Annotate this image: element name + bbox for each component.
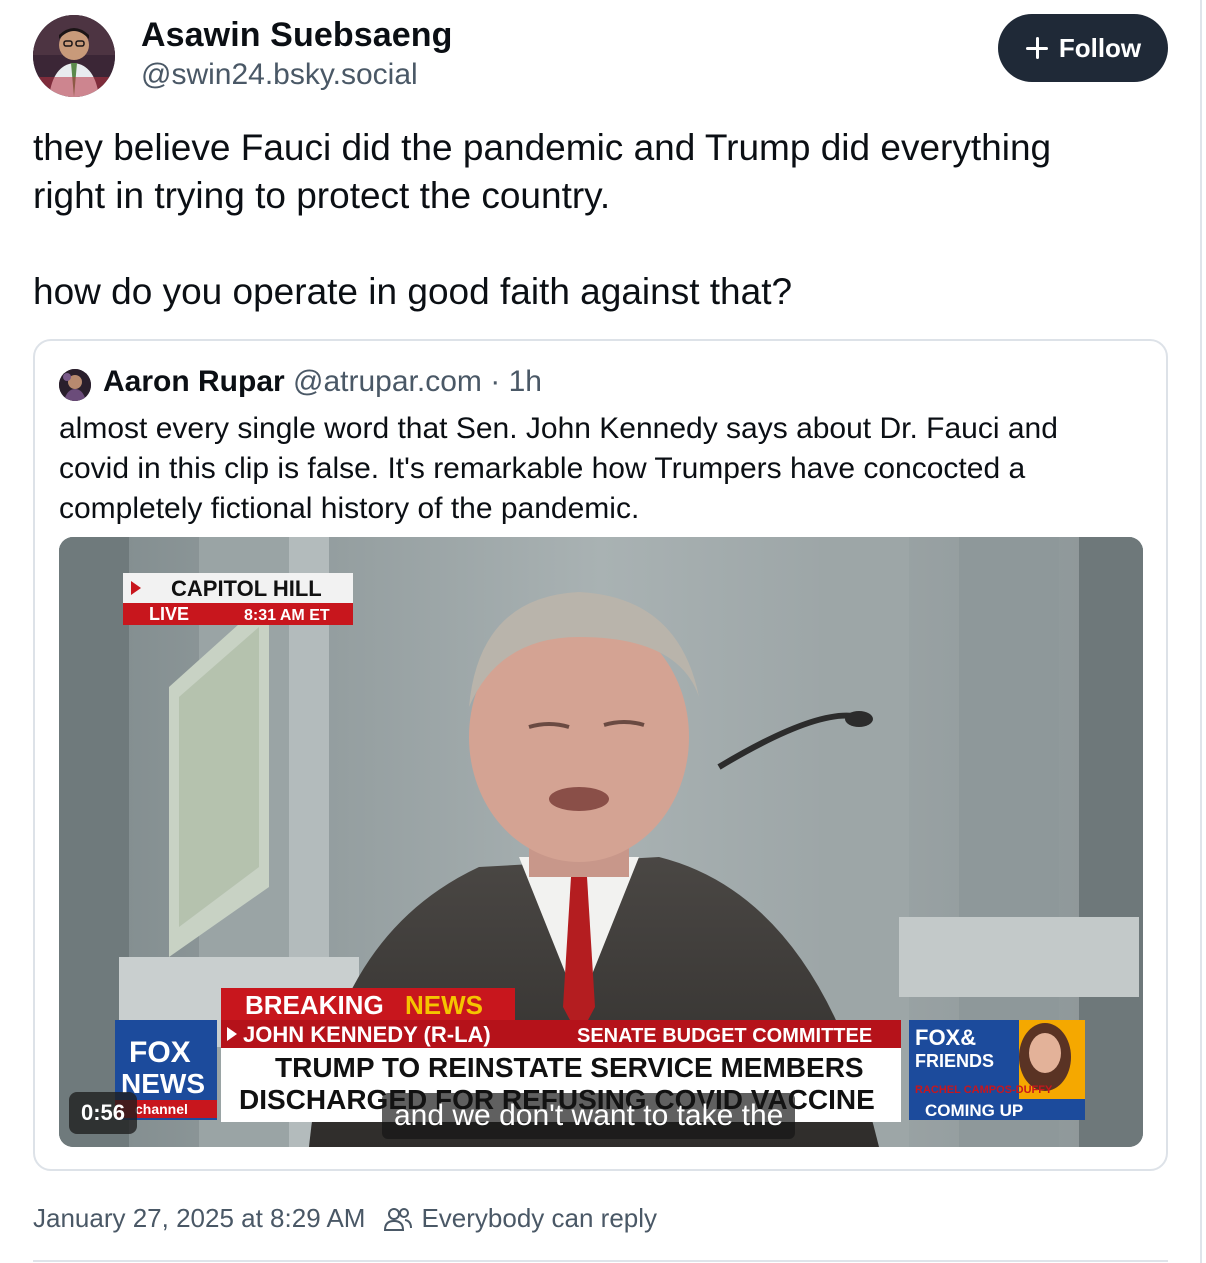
right-divider bbox=[1200, 0, 1202, 1263]
avatar-image bbox=[33, 15, 115, 97]
live-label: LIVE bbox=[149, 604, 189, 624]
video-player[interactable]: CAPITOL HILL LIVE 8:31 AM ET BREAKING NE… bbox=[59, 537, 1143, 1147]
fox-logo-3: channel bbox=[135, 1101, 188, 1117]
follow-label: Follow bbox=[1058, 32, 1142, 63]
fox-logo-1: FOX bbox=[129, 1036, 191, 1069]
quote-author-name[interactable]: Aaron Rupar bbox=[103, 365, 285, 398]
bottom-divider bbox=[33, 1260, 1168, 1262]
meta-separator: · bbox=[481, 365, 509, 398]
headline-1: TRUMP TO REINSTATE SERVICE MEMBERS bbox=[275, 1052, 864, 1083]
subject-label: JOHN KENNEDY (R-LA) bbox=[243, 1022, 491, 1047]
reply-setting: Everybody can reply bbox=[421, 1203, 658, 1233]
post-timestamp[interactable]: January 27, 2025 at 8:29 AM bbox=[33, 1203, 365, 1234]
committee-label: SENATE BUDGET COMMITTEE bbox=[577, 1025, 872, 1047]
quote-author-avatar[interactable] bbox=[59, 369, 91, 401]
quote-author-handle[interactable]: @atrupar.com bbox=[293, 365, 482, 398]
video-frame: CAPITOL HILL LIVE 8:31 AM ET BREAKING NE… bbox=[59, 537, 1143, 1147]
follow-button[interactable]: Follow bbox=[998, 14, 1168, 82]
quote-text: almost every single word that Sen. John … bbox=[59, 409, 1149, 529]
live-time: 8:31 AM ET bbox=[244, 607, 330, 624]
quoted-post[interactable]: Aaron Rupar @atrupar.com · 1h almost eve… bbox=[33, 339, 1168, 1171]
post-line bbox=[33, 220, 1153, 268]
video-duration: 0:56 bbox=[69, 1092, 138, 1134]
video-caption: and we don't want to take the bbox=[382, 1093, 796, 1139]
quote-line: covid in this clip is false. It's remark… bbox=[59, 452, 1026, 485]
quote-line: almost every single word that Sen. John … bbox=[59, 412, 1058, 445]
breaking-label: BREAKING bbox=[245, 990, 384, 1020]
coming-up-label: COMING UP bbox=[925, 1101, 1023, 1120]
post-footer: January 27, 2025 at 8:29 AM Everybody ca… bbox=[33, 1203, 657, 1234]
people-icon bbox=[384, 1207, 413, 1231]
post-line: how do you operate in good faith against… bbox=[33, 271, 793, 312]
location-label: CAPITOL HILL bbox=[171, 576, 322, 601]
quote-line: completely fictional history of the pand… bbox=[59, 492, 640, 525]
author-name[interactable]: Asawin Suebsaeng bbox=[141, 16, 452, 55]
post-line: they believe Fauci did the pandemic and … bbox=[33, 127, 1052, 168]
quote-header: Aaron Rupar @atrupar.com · 1h bbox=[103, 365, 542, 399]
plus-icon bbox=[1025, 36, 1049, 60]
news-label: NEWS bbox=[405, 990, 483, 1020]
quote-time[interactable]: 1h bbox=[509, 365, 542, 398]
show-label-2: FRIENDS bbox=[915, 1051, 994, 1071]
author-avatar[interactable] bbox=[33, 15, 115, 97]
post-text: they believe Fauci did the pandemic and … bbox=[33, 124, 1153, 316]
quote-avatar-image bbox=[59, 369, 91, 401]
show-label-1: FOX& bbox=[915, 1025, 976, 1050]
author-handle[interactable]: @swin24.bsky.social bbox=[141, 58, 418, 92]
post-line: right in trying to protect the country. bbox=[33, 175, 611, 216]
host-label: RACHEL CAMPOS-DUFFY bbox=[915, 1084, 1053, 1096]
